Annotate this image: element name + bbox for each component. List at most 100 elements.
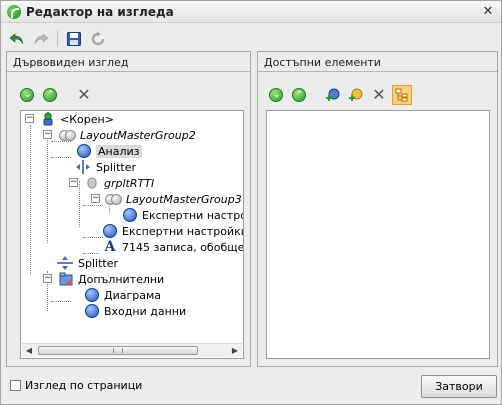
tree-node-analysis[interactable]: Анализ — [77, 143, 142, 159]
tree-connector — [30, 125, 31, 275]
tree-node-label: 7145 записа, обобщени — [122, 240, 244, 254]
control-item-icon — [77, 144, 91, 158]
remove-item-button[interactable]: ✕ — [369, 85, 389, 105]
tree-node-expert-settings-nested[interactable]: Експертни настройки — [123, 207, 243, 223]
save-icon — [67, 32, 81, 46]
control-item-icon — [103, 224, 117, 238]
undo-button[interactable] — [7, 29, 27, 49]
move-down-icon: ⌄ — [20, 88, 34, 102]
scroll-right-icon[interactable]: ▶ — [230, 346, 240, 356]
layout-editor-window: Редактор на изгледа ✕ Дървовиден изглед … — [0, 0, 502, 405]
tree-node-layout-master-group-3[interactable]: LayoutMasterGroup3 — [105, 191, 242, 207]
tree-horizontal-scrollbar[interactable]: ◀ ▶ — [22, 343, 242, 357]
window-title: Редактор на изгледа — [26, 5, 174, 19]
tree-connector — [83, 253, 99, 254]
tree-node-label: Допълнителни — [78, 272, 165, 286]
tree-node-label: grpltRTTI — [104, 176, 155, 190]
save-button[interactable] — [64, 29, 84, 49]
tree-node-label: Диаграма — [104, 288, 162, 302]
tree-connector — [47, 133, 48, 243]
tree-node-label: Анализ — [96, 144, 142, 158]
available-items-title: Достъпни елементи — [264, 56, 381, 69]
tree-node-root[interactable]: <Корен> — [41, 111, 114, 127]
control-item-icon — [123, 208, 137, 222]
undo-icon — [9, 33, 24, 45]
redo-icon — [34, 33, 49, 45]
move-up-button[interactable]: ⌃ — [289, 85, 309, 105]
tree-node-chart[interactable]: Диаграма — [85, 287, 161, 303]
root-node-icon — [41, 112, 55, 126]
window-close-icon[interactable]: ✕ — [481, 5, 495, 19]
tree-expander[interactable]: − — [25, 114, 34, 123]
redo-button[interactable] — [31, 29, 51, 49]
tree-node-splitter-2[interactable]: Splitter — [57, 255, 118, 271]
tree-node-splitter[interactable]: Splitter — [75, 159, 136, 175]
move-down-button[interactable]: ⌄ — [266, 85, 286, 105]
tree-node-label: Входни данни — [104, 304, 187, 318]
tree-expander[interactable]: − — [91, 194, 100, 203]
tree-node-records-summary[interactable]: A 7145 записа, обобщени — [103, 239, 244, 255]
splitter-icon — [57, 256, 73, 270]
paged-view-label[interactable]: Изглед по страници — [25, 379, 142, 392]
tree-node-grpltrtti[interactable]: grpltRTTI — [85, 175, 154, 191]
delete-icon: ✕ — [77, 85, 91, 104]
paged-view-checkbox[interactable] — [10, 380, 21, 391]
tree-node-additional[interactable]: Допълнителни — [59, 271, 164, 287]
tree-expander[interactable]: − — [43, 274, 52, 283]
scrollbar-grip — [113, 348, 123, 353]
tree-mode-toggle[interactable] — [392, 85, 412, 105]
control-item-icon — [85, 304, 99, 318]
tree-connector — [83, 205, 103, 206]
title-bar: Редактор на изгледа ✕ — [1, 1, 501, 23]
toolbar-separator — [57, 31, 58, 47]
move-up-icon: ⌃ — [292, 88, 306, 102]
tree-expander[interactable]: − — [69, 178, 78, 187]
layout-tree[interactable]: − <Корен> − LayoutMasterGroup2 Анализ Sp… — [20, 110, 244, 359]
delete-icon: ✕ — [372, 85, 386, 104]
tree-node-input-data[interactable]: Входни данни — [85, 303, 186, 319]
available-items-header: Достъпни елементи — [258, 52, 497, 72]
add-item-icon — [326, 88, 340, 101]
available-items-tools: ⌄ ⌃ ✕ — [266, 85, 412, 105]
tree-node-layout-master-group-2[interactable]: LayoutMasterGroup2 — [59, 127, 196, 143]
tree-node-label: LayoutMasterGroup3 — [126, 192, 242, 206]
available-items-panel: Достъпни елементи ⌄ ⌃ ✕ — [257, 51, 498, 367]
label-item-icon: A — [104, 239, 116, 255]
add-empty-space-button[interactable] — [323, 85, 343, 105]
available-items-list[interactable] — [266, 110, 490, 359]
move-up-button[interactable]: ⌃ — [40, 85, 60, 105]
tools-gap — [63, 85, 71, 105]
move-up-icon: ⌃ — [43, 88, 57, 102]
tree-expander[interactable]: − — [43, 130, 52, 139]
main-toolbar — [7, 29, 108, 49]
group-icon — [85, 176, 99, 190]
splitter-icon — [75, 160, 91, 174]
dialog-footer: Изглед по страници Затвори — [1, 371, 501, 404]
tree-node-label: Експертни настройки — [142, 208, 243, 222]
tree-tools: ⌄ ⌃ ✕ — [17, 85, 94, 105]
tools-gap — [312, 85, 320, 105]
scrollbar-thumb[interactable] — [38, 346, 198, 355]
tree-view-header: Дървовиден изглед — [7, 52, 250, 72]
tree-connector — [79, 181, 80, 227]
tree-connector — [83, 237, 103, 238]
layout-group-icon — [105, 192, 122, 206]
hierarchy-icon — [395, 88, 408, 102]
add-label-icon — [349, 88, 363, 101]
tree-node-expert-settings[interactable]: Експертни настройки — [103, 223, 244, 239]
tree-view-panel: Дървовиден изглед ⌄ ⌃ ✕ − <Корен> − Layo… — [6, 51, 251, 367]
delete-button[interactable]: ✕ — [74, 85, 94, 105]
layout-group-icon — [59, 128, 76, 142]
tree-view-title: Дървовиден изглед — [13, 56, 129, 69]
tree-node-label: Splitter — [96, 160, 136, 174]
app-icon — [7, 5, 21, 19]
reset-button[interactable] — [88, 29, 108, 49]
move-down-button[interactable]: ⌄ — [17, 85, 37, 105]
tree-node-label: <Корен> — [60, 112, 114, 126]
tree-node-label: Експертни настройки — [122, 224, 244, 238]
scroll-left-icon[interactable]: ◀ — [24, 346, 34, 356]
tabbed-group-icon — [59, 272, 73, 286]
close-button[interactable]: Затвори — [421, 375, 497, 398]
control-item-icon — [85, 288, 99, 302]
add-label-button[interactable] — [346, 85, 366, 105]
